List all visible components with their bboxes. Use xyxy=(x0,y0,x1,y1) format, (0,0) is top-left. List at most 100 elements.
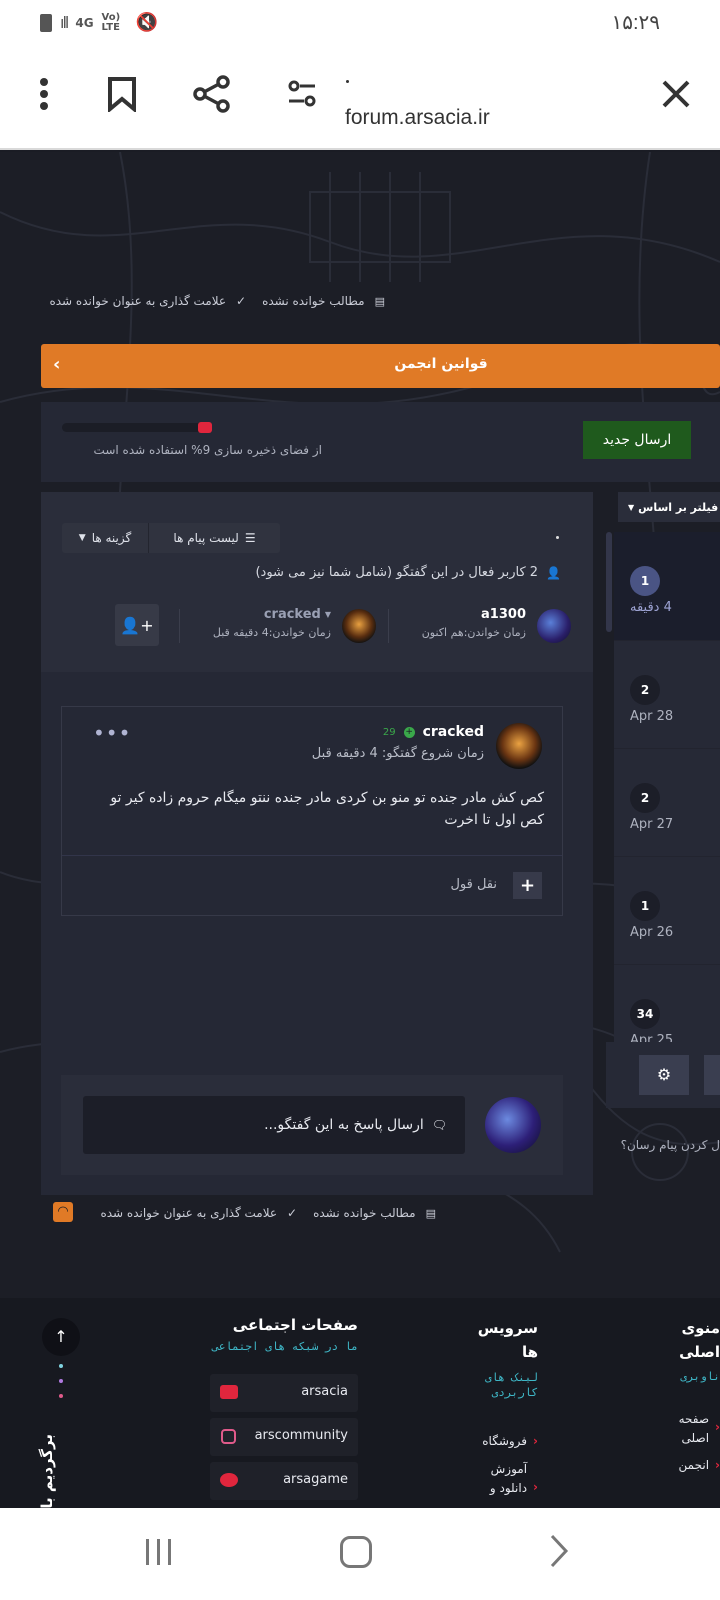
share-icon[interactable] xyxy=(190,72,234,116)
author-name[interactable]: cracked xyxy=(423,724,484,740)
add-participant-button[interactable]: 👤+ xyxy=(115,604,159,646)
active-users-text: 2 کاربر فعال در این گفتگو (شامل شما نیز … xyxy=(255,565,539,580)
home-icon[interactable] xyxy=(340,1536,372,1568)
secondary-button[interactable] xyxy=(704,1055,720,1095)
social-item[interactable]: arscommunity xyxy=(210,1418,358,1456)
battery-icon xyxy=(40,13,52,32)
caret-down-icon: ▼ xyxy=(324,610,331,619)
mark-read-link[interactable]: علامت گذاری به عنوان خوانده شده xyxy=(49,294,226,308)
recent-apps-icon[interactable] xyxy=(140,1534,176,1570)
gear-icon: ⚙ xyxy=(656,1065,672,1084)
bookmark-icon[interactable] xyxy=(100,72,144,116)
filter-button[interactable]: فیلتر بر اساس ▼ xyxy=(618,492,720,522)
post-card: ••• cracked + 29 زمان شروع گفتگو: 4 دقیق… xyxy=(61,706,563,916)
participant-name: cracked ▼ xyxy=(263,607,331,622)
caret-down-icon: ▼ xyxy=(78,533,86,543)
menu-kebab-icon[interactable] xyxy=(22,72,66,116)
chevron-icon: ‹ xyxy=(715,1458,720,1472)
author-line: cracked + 29 xyxy=(383,724,484,740)
status-icons: ıll 4G Vo) LTE 🔇 xyxy=(40,12,158,33)
rss-icon[interactable]: ◠ xyxy=(53,1202,73,1222)
signal-icon: ıll xyxy=(60,13,69,32)
user-icon: 👤 xyxy=(546,565,561,580)
menu-item[interactable]: ‹ صفحه اصلی xyxy=(648,1410,720,1448)
chevron-left-icon: ‹ xyxy=(53,354,61,375)
menu-item[interactable]: ‹ انجمن xyxy=(648,1458,720,1472)
mute-icon: 🔇 xyxy=(135,12,158,33)
unread-link[interactable]: مطالب خوانده نشده xyxy=(313,1206,416,1220)
started-time: زمان شروع گفتگو: 4 دقیقه قبل xyxy=(311,746,484,761)
list-item[interactable]: 2 Apr 27 xyxy=(614,748,720,856)
item-date: Apr 25 xyxy=(630,1033,674,1042)
plus-icon: + xyxy=(519,875,536,896)
options-button[interactable]: گزینه ها ▼ xyxy=(62,523,148,553)
messenger-question[interactable]: ل کردن پیام رسان؟ xyxy=(618,1138,720,1152)
count-badge: 2 xyxy=(630,675,660,705)
participant-cracked[interactable]: cracked ▼ زمان خواندن:4 دقیقه قبل xyxy=(191,607,376,647)
comment-icon: 🗨 xyxy=(431,1118,447,1132)
author-avatar[interactable] xyxy=(496,723,542,769)
list-icon: ☰ xyxy=(244,531,256,545)
site-footer: ↑ برگردیم بالا صفحات اجتماعی ما در شبکه … xyxy=(0,1298,720,1508)
settings-button[interactable]: ⚙ xyxy=(639,1055,689,1095)
back-icon[interactable] xyxy=(548,1532,570,1574)
back-to-top-label[interactable]: برگردیم بالا xyxy=(38,1434,56,1508)
participant-a1300[interactable]: a1300 زمان خواندن:هم اکنون xyxy=(401,607,571,647)
quote-button[interactable]: + xyxy=(513,872,542,899)
reply-input[interactable]: 🗨 ارسال پاسخ به این گفتگو... xyxy=(83,1096,465,1154)
add-user-icon: 👤+ xyxy=(120,615,154,635)
storage-panel: از فضای ذخیره سازی 9% استفاده شده است ار… xyxy=(41,402,720,482)
social-item[interactable]: arsacia xyxy=(210,1374,358,1412)
status-bar: ıll 4G Vo) LTE 🔇 ۱۵:۲۹ xyxy=(0,0,720,44)
item-date: Apr 27 xyxy=(630,817,674,832)
avatar xyxy=(342,609,376,643)
services-item[interactable]: ‹ فروشگاه xyxy=(440,1434,538,1448)
participant-name: a1300 xyxy=(481,607,526,622)
close-icon[interactable] xyxy=(654,72,698,116)
count-badge: 1 xyxy=(630,891,660,921)
quote-label[interactable]: نقل قول xyxy=(437,877,497,892)
system-nav-bar xyxy=(0,1508,720,1600)
dots-decoration xyxy=(59,1364,65,1398)
mark-read-link[interactable]: علامت گذاری به عنوان خوانده شده xyxy=(100,1206,277,1220)
more-options-icon[interactable]: ••• xyxy=(93,721,131,745)
services-title: سرویس ها xyxy=(477,1319,538,1361)
services-item[interactable]: ‹ آموزش دانلود و xyxy=(470,1460,538,1498)
options-label: گزینه ها xyxy=(91,531,132,545)
chevron-icon: ‹ xyxy=(533,1480,538,1494)
forum-rules-bar[interactable]: ‹ قوانین انجمن xyxy=(41,344,720,388)
list-item[interactable]: 1 4 دقیقه xyxy=(614,532,720,640)
social-subtitle: ما در شبکه های اجتماعی xyxy=(212,1340,358,1353)
list-item[interactable]: 34 Apr 25 xyxy=(614,964,720,1042)
divider xyxy=(179,609,180,643)
services-subtitle: لینک های کاربردی xyxy=(485,1371,538,1399)
item-date: 4 دقیقه xyxy=(630,600,672,615)
active-users-line: 👤 2 کاربر فعال در این گفتگو (شامل شما نی… xyxy=(221,565,561,580)
reputation-icon: + xyxy=(403,726,415,738)
reply-avatar xyxy=(485,1097,541,1153)
new-post-button[interactable]: ارسال جدید xyxy=(583,421,691,459)
storage-text: از فضای ذخیره سازی 9% استفاده شده است xyxy=(93,443,322,457)
count-badge: 1 xyxy=(630,566,660,596)
top-toolbar: ▤ مطالب خوانده نشده ✓ علامت گذاری به عنو… xyxy=(49,294,385,308)
social-label: arscommunity xyxy=(254,1428,348,1443)
list-item[interactable]: 1 Apr 26 xyxy=(614,856,720,964)
scrollbar[interactable] xyxy=(606,532,612,632)
messages-list-button[interactable]: ☰ لیست پیام ها xyxy=(148,523,280,553)
status-time: ۱۵:۲۹ xyxy=(611,12,660,34)
url-security-dot xyxy=(346,80,349,83)
divider xyxy=(388,609,389,643)
unread-link[interactable]: مطالب خوانده نشده xyxy=(262,294,365,308)
social-title: صفحات اجتماعی xyxy=(232,1316,358,1334)
unread-icon: ▤ xyxy=(425,1206,436,1220)
list-item[interactable]: 2 Apr 28 xyxy=(614,640,720,748)
chevron-icon: ‹ xyxy=(715,1420,720,1434)
back-to-top-button[interactable]: ↑ xyxy=(42,1318,80,1356)
post-divider xyxy=(62,855,562,856)
social-item[interactable]: arsagame xyxy=(210,1462,358,1500)
page-settings-icon[interactable] xyxy=(280,72,324,116)
participant-seen: زمان خواندن:4 دقیقه قبل xyxy=(212,626,331,639)
item-date: Apr 28 xyxy=(630,709,674,724)
url-text[interactable]: forum.arsacia.ir xyxy=(345,106,490,130)
unread-icon: ▤ xyxy=(374,294,385,308)
